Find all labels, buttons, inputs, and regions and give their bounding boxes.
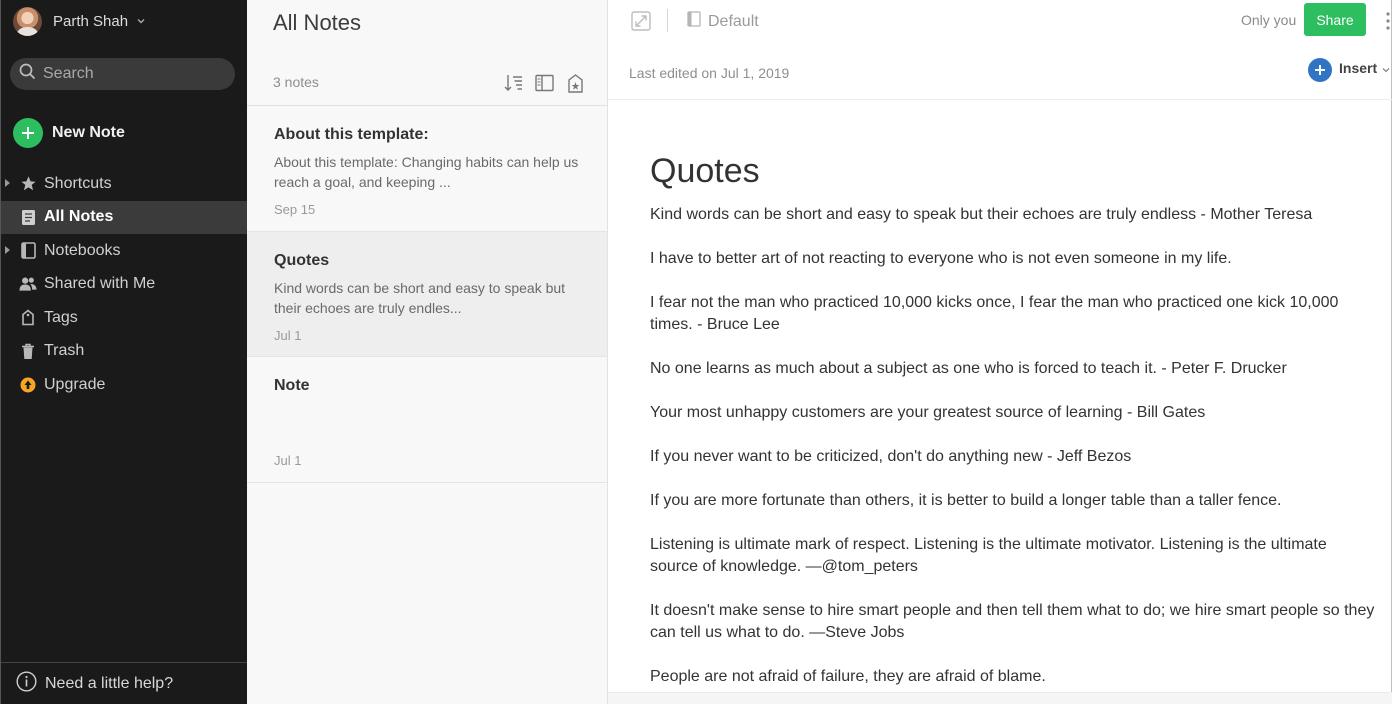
- trash-icon: [19, 342, 37, 360]
- search-icon: [19, 63, 36, 85]
- note-card-snippet: About this template: Changing habits can…: [274, 154, 579, 190]
- sharing-status: Only you: [1241, 12, 1297, 28]
- share-button[interactable]: Share: [1304, 3, 1366, 36]
- note-list-panel: All Notes 3 notes About this template: A…: [247, 0, 608, 704]
- note-paragraph[interactable]: I have to better art of not reacting to …: [650, 248, 1375, 270]
- note-paragraph[interactable]: It doesn't make sense to hire smart peop…: [650, 600, 1375, 644]
- sidebar-item-shared-with-me[interactable]: Shared with Me: [1, 268, 248, 302]
- note-card-snippet: [274, 403, 581, 443]
- sidebar-item-label: Shortcuts: [44, 174, 112, 192]
- sidebar-item-label: Trash: [44, 342, 85, 360]
- avatar: [13, 6, 42, 36]
- sidebar-item-label: Notebooks: [44, 241, 121, 259]
- chevron-down-icon: [136, 16, 146, 26]
- expand-icon[interactable]: [631, 11, 651, 31]
- user-name: Parth Shah: [53, 12, 129, 30]
- note-card-date: Jul 1: [274, 327, 302, 343]
- insert-button[interactable]: Insert: [1308, 58, 1390, 82]
- sidebar-item-label: Shared with Me: [44, 275, 156, 293]
- search-input[interactable]: [43, 65, 223, 83]
- note-card[interactable]: About this template: About this template…: [247, 106, 607, 232]
- plus-icon: [13, 118, 43, 148]
- note-card[interactable]: Quotes Kind words can be short and easy …: [247, 231, 607, 357]
- new-note-label: New Note: [52, 124, 125, 141]
- note-editor: Default Only you Share Last edited on Ju…: [608, 0, 1392, 704]
- note-card-title: Quotes: [274, 251, 330, 269]
- sort-icon[interactable]: [503, 73, 523, 93]
- note-paragraph[interactable]: If you never want to be criticized, don'…: [650, 446, 1375, 468]
- sidebar: Parth Shah New Note Shortcuts All Notes: [0, 0, 248, 704]
- tag-icon: [19, 309, 37, 327]
- note-card-title: Note: [274, 377, 310, 394]
- editor-header: Default Only you Share Last edited on Ju…: [608, 0, 1392, 100]
- note-paragraph[interactable]: Listening is ultimate mark of respect. L…: [650, 534, 1375, 578]
- new-note-button[interactable]: New Note: [13, 118, 125, 148]
- help-label: Need a little help?: [45, 674, 174, 692]
- sidebar-item-all-notes[interactable]: All Notes: [1, 200, 248, 234]
- note-list-title: All Notes: [273, 10, 362, 35]
- note-card-title: About this template:: [274, 126, 429, 143]
- add-shortcut-icon[interactable]: [565, 73, 585, 93]
- sidebar-nav: Shortcuts All Notes Notebooks Shared wit…: [1, 167, 248, 402]
- note-title[interactable]: Quotes: [650, 152, 1375, 191]
- more-options-icon[interactable]: [1385, 10, 1391, 32]
- note-list-toolbar: [503, 73, 585, 93]
- sidebar-item-trash[interactable]: Trash: [1, 335, 248, 369]
- sidebar-item-label: All Notes: [44, 208, 114, 226]
- note-icon: [19, 208, 37, 226]
- upgrade-icon: [19, 376, 37, 394]
- note-paragraph[interactable]: No one learns as much about a subject as…: [650, 358, 1375, 380]
- account-menu[interactable]: Parth Shah: [13, 6, 146, 36]
- view-options-icon[interactable]: [534, 73, 554, 93]
- last-edited: Last edited on Jul 1, 2019: [629, 65, 790, 81]
- sidebar-item-notebooks[interactable]: Notebooks: [1, 234, 248, 268]
- sidebar-item-label: Tags: [44, 308, 78, 326]
- note-paragraph[interactable]: People are not afraid of failure, they a…: [650, 666, 1375, 688]
- sidebar-item-tags[interactable]: Tags: [1, 301, 248, 335]
- note-body[interactable]: Quotes Kind words can be short and easy …: [650, 152, 1375, 704]
- divider: [667, 9, 668, 32]
- people-icon: [19, 275, 37, 293]
- star-icon: [19, 175, 37, 193]
- notebook-icon: [687, 11, 701, 32]
- note-paragraph[interactable]: I fear not the man who practiced 10,000 …: [650, 292, 1375, 336]
- note-paragraph[interactable]: If you are more fortunate than others, i…: [650, 490, 1375, 512]
- editor-footer: [608, 692, 1392, 704]
- notebook-icon: [19, 242, 37, 260]
- note-paragraph[interactable]: Kind words can be short and easy to spea…: [650, 204, 1375, 226]
- note-cards: About this template: About this template…: [247, 106, 607, 483]
- search-box[interactable]: [10, 58, 235, 90]
- note-card-date: Sep 15: [274, 202, 316, 217]
- note-paragraph[interactable]: Your most unhappy customers are your gre…: [650, 402, 1375, 424]
- plus-icon: [1308, 58, 1332, 82]
- sidebar-item-label: Upgrade: [44, 375, 106, 393]
- expand-arrow-icon[interactable]: [5, 246, 10, 254]
- info-icon: [16, 670, 37, 697]
- note-card-date: Jul 1: [274, 453, 302, 468]
- help-link[interactable]: Need a little help?: [1, 662, 248, 704]
- note-card[interactable]: Note Jul 1: [247, 357, 607, 483]
- note-count: 3 notes: [273, 74, 319, 90]
- insert-label: Insert: [1339, 60, 1378, 76]
- note-card-snippet: Kind words can be short and easy to spea…: [274, 279, 566, 316]
- sidebar-item-upgrade[interactable]: Upgrade: [1, 368, 248, 402]
- notebook-selector[interactable]: Default: [687, 11, 759, 32]
- expand-arrow-icon[interactable]: [5, 179, 10, 187]
- sidebar-item-shortcuts[interactable]: Shortcuts: [1, 167, 248, 201]
- notebook-name: Default: [708, 12, 759, 30]
- chevron-down-icon: [1382, 66, 1390, 74]
